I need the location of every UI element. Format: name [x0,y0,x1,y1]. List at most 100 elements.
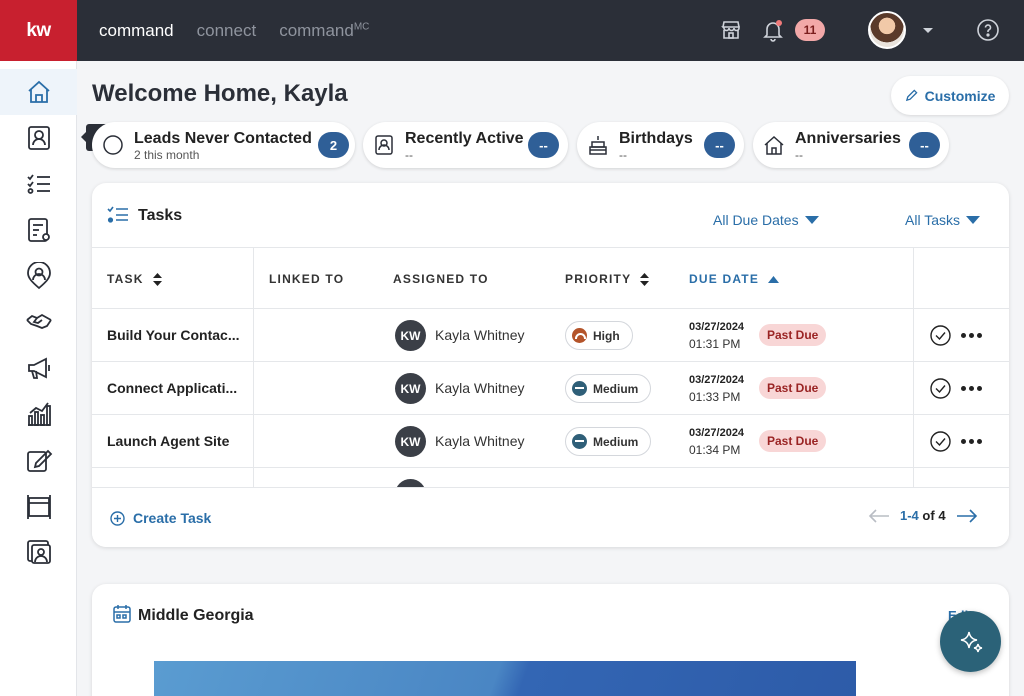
pagination: 1-4 of 4 [868,508,978,523]
user-pin-icon [26,262,51,290]
due-time: 01:33 PM [689,390,741,404]
priority-medium-icon [572,434,587,449]
pill-leads-never-contacted[interactable]: Leads Never Contacted 2 this month 2 [92,122,355,168]
customize-label: Customize [924,87,996,104]
status-badge: Past Due [759,430,827,452]
sidebar-item-contacts[interactable] [0,115,77,161]
due-dates-filter-label: All Due Dates [713,212,799,228]
sidebar-item-user-pin[interactable] [0,253,77,299]
due-date: 03/27/2024 [689,427,745,439]
sidebar-item-chart[interactable] [0,391,77,437]
pill-title: Birthdays [619,130,693,147]
customize-button[interactable]: Customize [891,76,1009,115]
arrow-left-icon[interactable] [868,508,890,523]
col-linked-to: LINKED TO [269,272,344,286]
more-options-icon[interactable] [961,333,982,338]
leads-icon [103,135,123,155]
pencil-icon [905,89,918,102]
status-badge: Past Due [759,324,827,346]
market-banner-image [154,661,856,696]
pill-title: Anniversaries [795,130,901,147]
complete-check-icon[interactable] [930,378,951,399]
notification-count-badge[interactable]: 11 [795,19,825,41]
home-icon [27,80,50,103]
task-name[interactable]: Launch Agent Site [107,433,229,449]
more-options-icon[interactable] [961,439,982,444]
priority-high-icon [572,328,587,343]
avatar[interactable] [868,11,906,49]
sidebar-item-handshake[interactable] [0,299,77,345]
priority-badge: Medium [565,427,652,456]
sidebar-item-megaphone[interactable] [0,345,77,391]
task-name[interactable]: Build Your Contac... [107,327,240,343]
pill-recently-active[interactable]: Recently Active -- -- [363,122,568,168]
checklist-settings-icon [27,218,50,242]
priority-badge: High [565,321,633,350]
assignee-name: Kayla Whitney [435,380,525,396]
chart-icon [27,402,51,426]
tasks-title: Tasks [138,207,183,224]
sparkle-icon [960,631,982,652]
nav-command-mc[interactable]: commandMC [279,21,369,41]
col-due-date-label: DUE DATE [689,272,760,286]
task-name[interactable]: Connect Applicati... [107,380,237,396]
page-of: of [922,508,935,523]
create-task-button[interactable]: Create Task [110,510,211,526]
all-tasks-filter-label: All Tasks [905,212,960,228]
due-date: 03/27/2024 [689,374,745,386]
tasks-icon [26,174,50,194]
assignee-avatar: KW [395,373,426,404]
pill-count: 2 [318,132,349,158]
more-options-icon[interactable] [961,386,982,391]
table-row[interactable]: Connect Applicati... KW Kayla Whitney Me… [92,362,1009,415]
bell-icon[interactable] [761,18,785,42]
pill-count: -- [528,132,559,158]
col-due-date[interactable]: DUE DATE [689,272,780,286]
pill-title: Recently Active [405,130,524,147]
tasks-icon [107,206,128,223]
due-dates-filter[interactable]: All Due Dates [713,212,819,228]
due-time: 01:31 PM [689,337,741,351]
arrow-right-icon[interactable] [956,508,978,523]
assignee-avatar: KW [395,320,426,351]
store-icon[interactable] [719,18,743,42]
pill-anniversaries[interactable]: Anniversaries -- -- [753,122,949,168]
pill-birthdays[interactable]: Birthdays -- -- [577,122,744,168]
megaphone-icon [27,357,50,379]
sidebar-item-gallery[interactable] [0,529,77,575]
nav-connect[interactable]: connect [197,21,257,41]
sidebar-item-tasks[interactable] [0,161,77,207]
nav-command-mc-suffix: MC [353,20,370,32]
table-row[interactable]: Build Your Contac... KW Kayla Whitney Hi… [92,309,1009,362]
sidebar-item-home[interactable] [0,69,77,115]
sidebar-item-checklist-settings[interactable] [0,207,77,253]
gallery-icon [26,540,51,564]
table-row[interactable]: Launch Agent Site KW Kayla Whitney Mediu… [92,415,1009,468]
sidebar-item-calendar-board[interactable] [0,483,77,529]
assignee-name: Kayla Whitney [435,327,525,343]
tasks-card: Tasks All Due Dates All Tasks TASK LINKE… [92,183,1009,547]
edit-icon [26,449,52,472]
sort-icon [152,272,162,286]
col-linked-to-label: LINKED TO [269,272,345,286]
cake-icon [589,136,607,155]
tasks-footer: Create Task 1-4 of 4 [92,487,1009,547]
col-priority[interactable]: PRIORITY [565,272,650,286]
ai-assistant-button[interactable] [940,611,1001,672]
kw-logo[interactable]: kw [0,0,77,61]
nav-command[interactable]: command [99,21,174,41]
pill-subtitle: -- [405,148,413,162]
complete-check-icon[interactable] [930,325,951,346]
due-time: 01:34 PM [689,443,741,457]
sidebar-item-edit[interactable] [0,437,77,483]
calendar-icon [113,605,131,623]
complete-check-icon[interactable] [930,431,951,452]
sort-asc-icon [768,275,780,283]
all-tasks-filter[interactable]: All Tasks [905,212,980,228]
col-priority-label: PRIORITY [565,272,632,286]
top-nav: command connect commandMC [99,0,369,61]
col-task[interactable]: TASK [107,272,162,286]
chevron-down-icon[interactable] [923,28,933,33]
help-icon[interactable] [976,18,1000,42]
market-title: Middle Georgia [138,607,254,624]
